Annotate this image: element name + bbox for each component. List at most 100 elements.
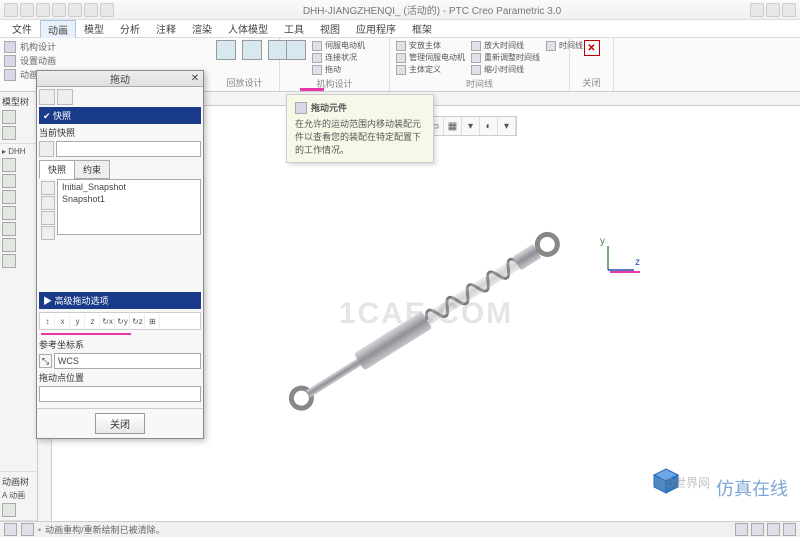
menu-tools[interactable]: 工具 [276,19,312,38]
tree-node-icon[interactable] [2,174,16,188]
snapshot-item[interactable]: Snapshot1 [62,194,196,204]
datum-dd-icon[interactable]: ▾ [498,117,516,135]
tree-node-icon[interactable] [2,254,16,268]
qat-undo-icon[interactable] [52,3,66,17]
menu-model[interactable]: 模型 [76,19,112,38]
qat-regen-icon[interactable] [84,3,98,17]
body-def-item[interactable]: 主体定义 [396,64,465,75]
menu-file[interactable]: 文件 [4,19,40,38]
adv-ry-icon[interactable]: ↻y [116,314,130,328]
snapshot-section-header[interactable]: ✔ 快照 [39,107,201,124]
mech-design-icon[interactable] [4,41,16,53]
model-tree-header[interactable]: 模型树 [2,95,35,108]
tree-node-icon[interactable] [2,222,16,236]
menu-manikin[interactable]: 人体模型 [220,19,276,38]
drag-body-icon[interactable] [57,89,73,105]
close-window-button[interactable] [782,3,796,17]
datum-display-icon[interactable]: ◐ [480,117,498,135]
anim-struct-icon[interactable] [4,69,16,81]
sb-filter-icon[interactable] [735,523,748,536]
qat-open-icon[interactable] [20,3,34,17]
tree-node-icon[interactable] [2,238,16,252]
tree-node-icon[interactable] [2,190,16,204]
snap-camera-icon[interactable] [41,181,55,195]
sb-find-icon[interactable] [751,523,764,536]
snapshot-list[interactable]: Initial_Snapshot Snapshot1 [57,179,201,235]
adv-rx-icon[interactable]: ↻x [101,314,115,328]
place-body-item[interactable]: 安放主体 [396,40,465,51]
snap-delete-icon[interactable] [41,226,55,240]
qat-windows-icon[interactable] [100,3,114,17]
menu-animation[interactable]: 动画 [40,20,76,38]
menu-view[interactable]: 视图 [312,19,348,38]
qat-redo-icon[interactable] [68,3,82,17]
drag-big-icon [286,40,306,60]
adv-y-icon[interactable]: y [71,314,85,328]
conn-status-item[interactable]: 连接状况 [312,52,365,63]
axis-triad: y z [600,236,640,276]
dialog-close-button[interactable]: ✕ [189,72,201,84]
shock-absorber-model[interactable] [274,210,579,433]
tree-node-icon[interactable] [2,158,16,172]
camera-icon[interactable] [39,141,54,157]
tree-item-icon[interactable] [2,110,16,124]
timeline-icon [546,41,556,51]
zoom-in-tl-item[interactable]: 放大时间线 [471,40,540,51]
anim-tree-item[interactable]: A 动画 [2,490,35,501]
playback-icon2 [242,40,262,60]
window-title: DHH-JIANGZHENQI_ (活动的) - PTC Creo Parame… [114,2,750,17]
sb-msg2-icon[interactable] [783,523,796,536]
tree-node-icon[interactable] [2,206,16,220]
anim-node-icon[interactable] [2,503,16,517]
menu-render[interactable]: 渲染 [184,19,220,38]
drag-item[interactable]: 拖动 [312,64,365,75]
zoom-out-tl-item[interactable]: 缩小时间线 [471,64,540,75]
manage-servo-item[interactable]: 管理伺服电动机 [396,52,465,63]
anim-tree-header[interactable]: 动画树 [2,475,35,488]
snap-update-icon[interactable] [41,211,55,225]
anim-setup-icon[interactable] [4,55,16,67]
menu-annotate[interactable]: 注释 [148,19,184,38]
ref-csys-field[interactable]: WCS [54,353,201,369]
adv-csys-icon[interactable]: ⊞ [146,314,160,328]
current-snapshot-field[interactable] [56,141,202,157]
playback-btn[interactable] [216,40,236,60]
maximize-button[interactable] [766,3,780,17]
highlight-mark [610,271,640,273]
servo-motor-item[interactable]: 伺服电动机 [312,40,365,51]
readj-tl-item[interactable]: 重新调整时间线 [471,52,540,63]
sb-msg-icon[interactable] [21,523,34,536]
select-arrow-icon[interactable]: ⤡ [39,354,52,368]
tree-item-icon[interactable] [2,126,16,140]
close-button[interactable]: 关闭 [95,413,145,434]
menu-analysis[interactable]: 分析 [112,19,148,38]
group-close-label: 关闭 [576,76,607,89]
tab-constraint[interactable]: 约束 [74,160,110,179]
drag-point-icon[interactable] [39,89,55,105]
sb-geom-icon[interactable] [767,523,780,536]
snapshot-item[interactable]: Initial_Snapshot [62,182,196,192]
tab-snapshot[interactable]: 快照 [39,160,75,179]
snap-eye-icon[interactable] [41,196,55,210]
drag-point-field[interactable] [39,386,201,402]
adv-z-icon[interactable]: z [86,314,100,328]
drag-big-btn[interactable] [286,40,306,60]
tree-item-dhh[interactable]: ▸ DHH [2,147,35,156]
minimize-button[interactable] [750,3,764,17]
playback-btn2[interactable] [242,40,262,60]
drag-small-icon [312,65,322,75]
qat-save-icon[interactable] [36,3,50,17]
sb-rebuild-icon[interactable] [4,523,17,536]
adv-drag-icons: ↕ x y z ↻x ↻y ↻z ⊞ [39,312,201,330]
dialog-titlebar[interactable]: 拖动 ✕ [37,71,203,87]
adv-x-icon[interactable]: x [56,314,70,328]
adv-drag-section-header[interactable]: ▶ 高级拖动选项 [39,292,201,309]
adv-free-icon[interactable]: ↕ [41,314,55,328]
ribbon-close-button[interactable]: ✕ [584,40,600,56]
display-dd-icon[interactable]: ▾ [462,117,480,135]
adv-rz-icon[interactable]: ↻z [131,314,145,328]
display-style-icon[interactable]: ▦ [444,117,462,135]
menu-applications[interactable]: 应用程序 [348,19,404,38]
qat-new-icon[interactable] [4,3,18,17]
menu-framework[interactable]: 框架 [404,19,440,38]
